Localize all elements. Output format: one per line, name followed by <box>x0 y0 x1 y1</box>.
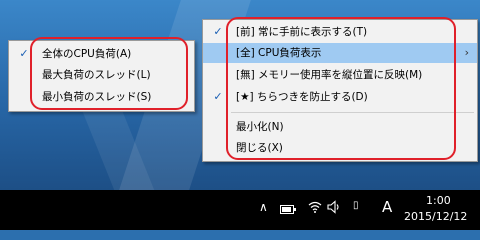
submenu-item-min-load-thread[interactable]: 最小負荷のスレッド(S) <box>9 87 194 107</box>
speaker-icon[interactable] <box>327 200 341 218</box>
menu-item-label: [前] 常に手前に表示する(T) <box>236 26 368 38</box>
clock-time[interactable]: 1:00 <box>426 194 451 207</box>
submenu-item-label: 最小負荷のスレッド(S) <box>42 91 152 103</box>
menu-item-label: 最小化(N) <box>236 121 284 133</box>
menu-separator <box>231 112 474 113</box>
menu-item-close[interactable]: 閉じる(X) <box>203 138 477 158</box>
submenu-item-overall-cpu-load[interactable]: ✓ 全体のCPU負荷(A) <box>9 44 194 64</box>
menu-item-always-on-top[interactable]: ✓ [前] 常に手前に表示する(T) <box>203 22 477 42</box>
check-icon: ✓ <box>213 25 223 38</box>
show-hidden-icons-chevron-icon[interactable]: ∧ <box>259 200 268 214</box>
menu-item-label: [全] CPU負荷表示 <box>236 47 322 59</box>
ime-mode-icon[interactable]: ▯ <box>353 200 359 211</box>
menu-item-memory-vertical-position[interactable]: [無] メモリー使用率を縦位置に反映(M) <box>203 65 477 85</box>
battery-icon[interactable] <box>280 204 296 214</box>
wifi-icon[interactable] <box>308 201 322 216</box>
menu-item-label: [無] メモリー使用率を縦位置に反映(M) <box>236 69 423 81</box>
menu-item-cpu-load-display[interactable]: [全] CPU負荷表示 › <box>203 43 477 63</box>
taskbar: ∧ ▯ A 1:00 2015/12/12 <box>0 190 480 230</box>
menu-item-prevent-flicker[interactable]: ✓ [★] ちらつきを防止する(D) <box>203 87 477 107</box>
clock-date[interactable]: 2015/12/12 <box>404 210 467 223</box>
check-icon: ✓ <box>213 90 223 103</box>
menu-item-minimize[interactable]: 最小化(N) <box>203 117 477 137</box>
cpu-load-submenu: ✓ 全体のCPU負荷(A) 最大負荷のスレッド(L) 最小負荷のスレッド(S) <box>8 40 195 112</box>
chevron-right-icon: › <box>464 46 469 59</box>
menu-item-label: 閉じる(X) <box>236 142 283 154</box>
check-icon: ✓ <box>19 47 29 60</box>
submenu-item-label: 全体のCPU負荷(A) <box>42 48 132 60</box>
menu-item-label: [★] ちらつきを防止する(D) <box>236 91 368 103</box>
submenu-item-max-load-thread[interactable]: 最大負荷のスレッド(L) <box>9 65 194 85</box>
context-menu: ✓ [前] 常に手前に表示する(T) [全] CPU負荷表示 › [無] メモリ… <box>202 19 478 162</box>
input-language-indicator[interactable]: A <box>382 198 392 216</box>
submenu-item-label: 最大負荷のスレッド(L) <box>42 69 151 81</box>
